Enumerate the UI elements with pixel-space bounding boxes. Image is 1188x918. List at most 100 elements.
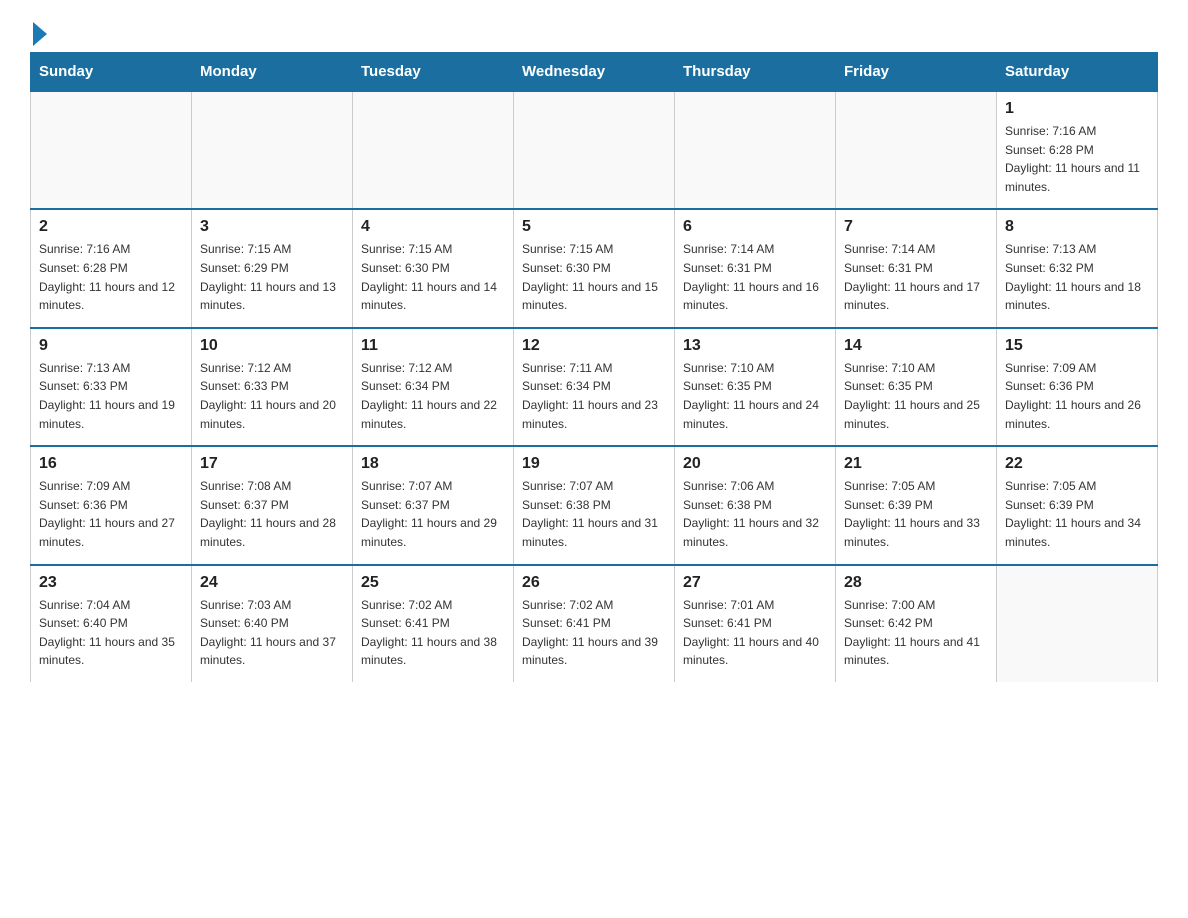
day-info: Sunrise: 7:09 AM Sunset: 6:36 PM Dayligh…: [39, 477, 183, 551]
calendar-cell: 17 Sunrise: 7:08 AM Sunset: 6:37 PM Dayli…: [192, 446, 353, 564]
day-number: 3: [200, 218, 344, 236]
calendar-cell: 7 Sunrise: 7:14 AM Sunset: 6:31 PM Daylig…: [836, 209, 997, 327]
day-info: Sunrise: 7:10 AM Sunset: 6:35 PM Dayligh…: [844, 359, 988, 433]
day-info: Sunrise: 7:02 AM Sunset: 6:41 PM Dayligh…: [522, 596, 666, 670]
day-number: 11: [361, 337, 505, 355]
logo-arrow-icon: [33, 22, 47, 46]
day-info: Sunrise: 7:03 AM Sunset: 6:40 PM Dayligh…: [200, 596, 344, 670]
calendar-table: SundayMondayTuesdayWednesdayThursdayFrid…: [30, 52, 1158, 682]
day-info: Sunrise: 7:06 AM Sunset: 6:38 PM Dayligh…: [683, 477, 827, 551]
day-info: Sunrise: 7:10 AM Sunset: 6:35 PM Dayligh…: [683, 359, 827, 433]
day-info: Sunrise: 7:11 AM Sunset: 6:34 PM Dayligh…: [522, 359, 666, 433]
logo: [30, 20, 47, 42]
calendar-cell: 16Sunrise: 7:09 AM Sunset: 6:36 PM Dayli…: [31, 446, 192, 564]
day-number: 1: [1005, 100, 1149, 118]
day-number: 9: [39, 337, 183, 355]
calendar-cell: 4 Sunrise: 7:15 AM Sunset: 6:30 PM Daylig…: [353, 209, 514, 327]
day-number: 26: [522, 574, 666, 592]
day-info: Sunrise: 7:15 AM Sunset: 6:29 PM Dayligh…: [200, 240, 344, 314]
day-info: Sunrise: 7:05 AM Sunset: 6:39 PM Dayligh…: [1005, 477, 1149, 551]
day-number: 19: [522, 455, 666, 473]
weekday-header-sunday: Sunday: [31, 53, 192, 92]
calendar-cell: 13 Sunrise: 7:10 AM Sunset: 6:35 PM Dayli…: [675, 328, 836, 446]
day-number: 10: [200, 337, 344, 355]
calendar-cell: 3 Sunrise: 7:15 AM Sunset: 6:29 PM Daylig…: [192, 209, 353, 327]
calendar-cell: 28 Sunrise: 7:00 AM Sunset: 6:42 PM Dayli…: [836, 565, 997, 682]
weekday-header-row: SundayMondayTuesdayWednesdayThursdayFrid…: [31, 53, 1158, 92]
calendar-cell: [997, 565, 1158, 682]
day-info: Sunrise: 7:07 AM Sunset: 6:38 PM Dayligh…: [522, 477, 666, 551]
calendar-cell: 12Sunrise: 7:11 AM Sunset: 6:34 PM Dayli…: [514, 328, 675, 446]
calendar-cell: 15Sunrise: 7:09 AM Sunset: 6:36 PM Dayli…: [997, 328, 1158, 446]
week-row-3: 9 Sunrise: 7:13 AM Sunset: 6:33 PM Daylig…: [31, 328, 1158, 446]
day-number: 2: [39, 218, 183, 236]
calendar-cell: 21 Sunrise: 7:05 AM Sunset: 6:39 PM Dayli…: [836, 446, 997, 564]
day-info: Sunrise: 7:14 AM Sunset: 6:31 PM Dayligh…: [844, 240, 988, 314]
calendar-cell: 23 Sunrise: 7:04 AM Sunset: 6:40 PM Dayli…: [31, 565, 192, 682]
day-info: Sunrise: 7:12 AM Sunset: 6:33 PM Dayligh…: [200, 359, 344, 433]
day-number: 17: [200, 455, 344, 473]
day-number: 4: [361, 218, 505, 236]
week-row-5: 23 Sunrise: 7:04 AM Sunset: 6:40 PM Dayli…: [31, 565, 1158, 682]
day-info: Sunrise: 7:04 AM Sunset: 6:40 PM Dayligh…: [39, 596, 183, 670]
day-number: 25: [361, 574, 505, 592]
day-number: 18: [361, 455, 505, 473]
calendar-cell: 10 Sunrise: 7:12 AM Sunset: 6:33 PM Dayli…: [192, 328, 353, 446]
calendar-cell: 2 Sunrise: 7:16 AM Sunset: 6:28 PM Daylig…: [31, 209, 192, 327]
day-number: 27: [683, 574, 827, 592]
calendar-cell: [836, 91, 997, 209]
weekday-header-saturday: Saturday: [997, 53, 1158, 92]
day-number: 7: [844, 218, 988, 236]
day-info: Sunrise: 7:15 AM Sunset: 6:30 PM Dayligh…: [361, 240, 505, 314]
calendar-cell: [675, 91, 836, 209]
day-info: Sunrise: 7:14 AM Sunset: 6:31 PM Dayligh…: [683, 240, 827, 314]
page-header: [30, 20, 1158, 42]
calendar-cell: 1 Sunrise: 7:16 AM Sunset: 6:28 PM Daylig…: [997, 91, 1158, 209]
day-info: Sunrise: 7:07 AM Sunset: 6:37 PM Dayligh…: [361, 477, 505, 551]
day-info: Sunrise: 7:15 AM Sunset: 6:30 PM Dayligh…: [522, 240, 666, 314]
day-info: Sunrise: 7:16 AM Sunset: 6:28 PM Dayligh…: [1005, 122, 1149, 196]
day-info: Sunrise: 7:05 AM Sunset: 6:39 PM Dayligh…: [844, 477, 988, 551]
weekday-header-wednesday: Wednesday: [514, 53, 675, 92]
day-number: 28: [844, 574, 988, 592]
week-row-1: 1 Sunrise: 7:16 AM Sunset: 6:28 PM Daylig…: [31, 91, 1158, 209]
calendar-cell: 11 Sunrise: 7:12 AM Sunset: 6:34 PM Dayli…: [353, 328, 514, 446]
day-info: Sunrise: 7:16 AM Sunset: 6:28 PM Dayligh…: [39, 240, 183, 314]
day-number: 13: [683, 337, 827, 355]
day-info: Sunrise: 7:13 AM Sunset: 6:33 PM Dayligh…: [39, 359, 183, 433]
day-info: Sunrise: 7:01 AM Sunset: 6:41 PM Dayligh…: [683, 596, 827, 670]
calendar-cell: 18 Sunrise: 7:07 AM Sunset: 6:37 PM Dayli…: [353, 446, 514, 564]
day-number: 20: [683, 455, 827, 473]
calendar-cell: 24 Sunrise: 7:03 AM Sunset: 6:40 PM Dayli…: [192, 565, 353, 682]
day-number: 8: [1005, 218, 1149, 236]
week-row-2: 2 Sunrise: 7:16 AM Sunset: 6:28 PM Daylig…: [31, 209, 1158, 327]
calendar-cell: 8Sunrise: 7:13 AM Sunset: 6:32 PM Daylig…: [997, 209, 1158, 327]
day-number: 23: [39, 574, 183, 592]
day-number: 6: [683, 218, 827, 236]
calendar-cell: [192, 91, 353, 209]
calendar-cell: [353, 91, 514, 209]
weekday-header-tuesday: Tuesday: [353, 53, 514, 92]
calendar-cell: 6 Sunrise: 7:14 AM Sunset: 6:31 PM Daylig…: [675, 209, 836, 327]
calendar-cell: [514, 91, 675, 209]
day-info: Sunrise: 7:02 AM Sunset: 6:41 PM Dayligh…: [361, 596, 505, 670]
calendar-cell: 19 Sunrise: 7:07 AM Sunset: 6:38 PM Dayli…: [514, 446, 675, 564]
calendar-cell: 5 Sunrise: 7:15 AM Sunset: 6:30 PM Daylig…: [514, 209, 675, 327]
day-number: 22: [1005, 455, 1149, 473]
day-info: Sunrise: 7:08 AM Sunset: 6:37 PM Dayligh…: [200, 477, 344, 551]
weekday-header-thursday: Thursday: [675, 53, 836, 92]
calendar-cell: 27 Sunrise: 7:01 AM Sunset: 6:41 PM Dayli…: [675, 565, 836, 682]
day-number: 14: [844, 337, 988, 355]
day-number: 15: [1005, 337, 1149, 355]
calendar-cell: 20 Sunrise: 7:06 AM Sunset: 6:38 PM Dayli…: [675, 446, 836, 564]
day-info: Sunrise: 7:00 AM Sunset: 6:42 PM Dayligh…: [844, 596, 988, 670]
calendar-cell: 25 Sunrise: 7:02 AM Sunset: 6:41 PM Dayli…: [353, 565, 514, 682]
calendar-cell: 22 Sunrise: 7:05 AM Sunset: 6:39 PM Dayli…: [997, 446, 1158, 564]
day-number: 21: [844, 455, 988, 473]
day-number: 24: [200, 574, 344, 592]
day-number: 5: [522, 218, 666, 236]
day-info: Sunrise: 7:12 AM Sunset: 6:34 PM Dayligh…: [361, 359, 505, 433]
calendar-cell: 9 Sunrise: 7:13 AM Sunset: 6:33 PM Daylig…: [31, 328, 192, 446]
calendar-cell: [31, 91, 192, 209]
calendar-cell: 26 Sunrise: 7:02 AM Sunset: 6:41 PM Dayli…: [514, 565, 675, 682]
